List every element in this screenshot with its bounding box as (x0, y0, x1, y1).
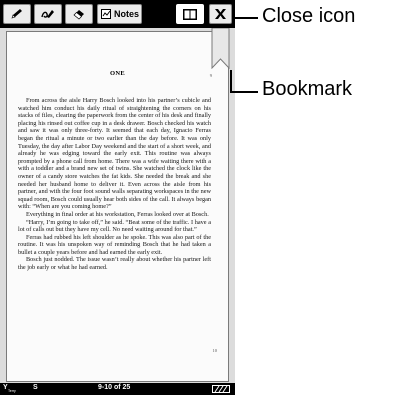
book-icon (183, 8, 197, 20)
signal-sublabel: Terry (8, 389, 16, 393)
bookmark-leader-horizontal (230, 91, 258, 93)
close-icon-leader-line (232, 17, 258, 19)
bookmark-icon[interactable] (211, 28, 230, 69)
paragraph: Ferras had rubbed his left shoulder as h… (18, 233, 211, 256)
pencil-button[interactable] (3, 4, 31, 24)
pencil-icon (11, 9, 22, 19)
page-number-top: 9 (209, 73, 212, 78)
notes-label: Notes (113, 9, 139, 19)
paragraph: From across the aisle Harry Bosch looked… (18, 97, 211, 211)
status-bar: Y Terry S 9-10 of 25 (0, 383, 235, 395)
bookmark-callout: Bookmark (262, 78, 353, 100)
eraser-pen-icon (41, 10, 54, 18)
close-icon (215, 9, 226, 19)
eraser-button[interactable] (65, 4, 93, 24)
paragraph: Everything in final order at his worksta… (26, 210, 209, 218)
book-text: From across the aisle Harry Bosch looked… (18, 97, 211, 272)
notes-icon (100, 9, 111, 19)
paragraph: “Harry, I’m going to take off,” he said.… (18, 218, 211, 234)
page-range: 9-10 of 25 (98, 384, 131, 391)
freehand-pen-button[interactable] (34, 4, 62, 24)
battery-icon (212, 385, 230, 393)
close-button[interactable] (209, 4, 232, 24)
ereader-device: Notes ONE 9 From across the aisle Harry … (0, 0, 235, 395)
notes-button[interactable]: Notes (97, 4, 142, 24)
toolbar: Notes (0, 0, 235, 28)
chapter-title: ONE (110, 70, 125, 77)
signal-glyph: Y (3, 384, 8, 391)
bookmark-leader-vertical (230, 70, 232, 92)
paragraph: Bosch just nodded. The issue wasn’t real… (18, 256, 211, 272)
book-button[interactable] (176, 4, 204, 24)
close-icon-callout: Close icon (262, 5, 356, 27)
page-number-bottom: 10 (212, 348, 218, 353)
eraser-icon (73, 10, 84, 20)
bookmark-indicator: S (33, 384, 38, 391)
book-page[interactable]: ONE 9 From across the aisle Harry Bosch … (6, 31, 229, 382)
